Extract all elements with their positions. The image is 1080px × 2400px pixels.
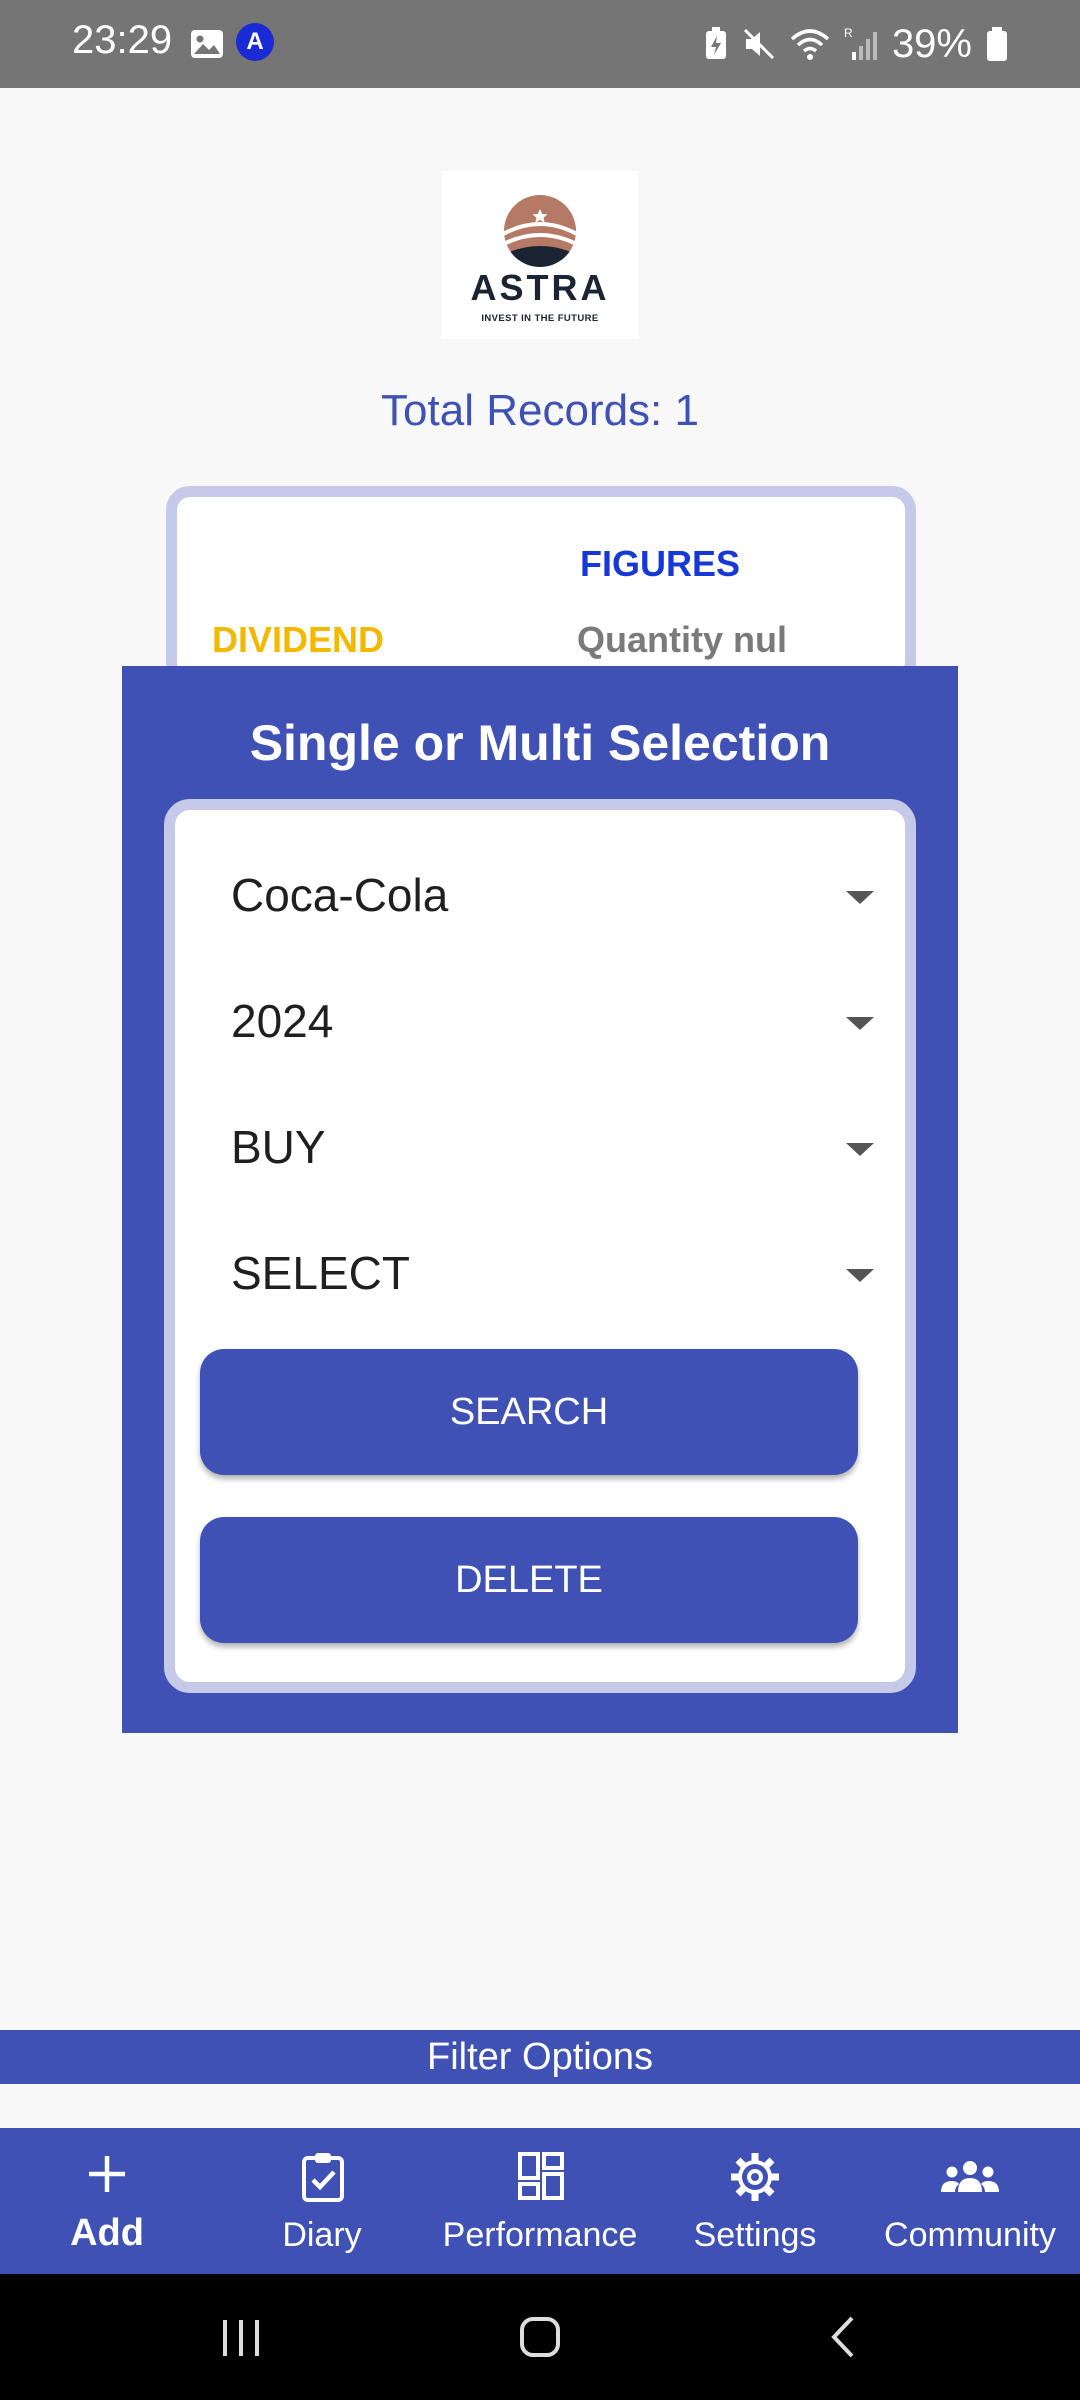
svg-text:R: R bbox=[844, 26, 853, 40]
chevron-down-icon bbox=[846, 891, 874, 904]
wifi-icon bbox=[790, 29, 830, 60]
plus-icon bbox=[89, 2156, 125, 2192]
nav-settings-label: Settings bbox=[693, 2216, 817, 2254]
app-notification-icon: A bbox=[236, 23, 274, 61]
figures-header: FIGURES bbox=[580, 543, 741, 584]
quantity-text: Quantity nul bbox=[577, 619, 787, 660]
delete-button[interactable]: DELETE bbox=[200, 1517, 858, 1643]
chevron-down-icon bbox=[846, 1017, 874, 1030]
nav-add[interactable]: Add bbox=[0, 2128, 214, 2274]
gear-icon bbox=[731, 2153, 779, 2201]
system-navigation-bar bbox=[0, 2274, 1080, 2400]
nav-diary-label: Diary bbox=[282, 2216, 362, 2254]
dialog-title: Single or Multi Selection bbox=[249, 715, 831, 771]
battery-saver-icon bbox=[705, 27, 726, 59]
recent-apps-icon[interactable] bbox=[220, 2316, 262, 2360]
nav-community[interactable]: Community bbox=[860, 2128, 1080, 2274]
nav-settings[interactable]: Settings bbox=[650, 2128, 860, 2274]
filter-options-bar[interactable]: Filter Options bbox=[0, 2030, 1080, 2084]
bottom-navigation: Add Diary Performance Settings Community bbox=[0, 2128, 1080, 2274]
company-dropdown-value: Coca-Cola bbox=[231, 869, 449, 921]
nav-performance[interactable]: Performance bbox=[430, 2128, 650, 2274]
astra-emblem-icon bbox=[504, 195, 576, 267]
nav-diary[interactable]: Diary bbox=[214, 2128, 430, 2274]
signal-icon: R bbox=[844, 26, 877, 60]
battery-percentage: 39% bbox=[891, 21, 972, 66]
nav-community-label: Community bbox=[884, 2216, 1056, 2254]
dialog-form: Coca-Cola 2024 BUY SELECT SEARCH DELETE bbox=[164, 799, 916, 1693]
clipboard-check-icon bbox=[302, 2153, 344, 2202]
transaction-type-dropdown[interactable]: BUY bbox=[231, 1106, 874, 1186]
year-dropdown[interactable]: 2024 bbox=[231, 980, 874, 1060]
selection-dialog: Single or Multi Selection Coca-Cola 2024… bbox=[122, 666, 958, 1733]
nav-performance-label: Performance bbox=[442, 2216, 638, 2254]
record-card[interactable]: FIGURES DIVIDEND Quantity nul bbox=[166, 486, 916, 686]
status-bar: 23:29 A R 39% bbox=[0, 0, 1080, 88]
nav-add-label: Add bbox=[70, 2212, 144, 2254]
battery-icon bbox=[987, 27, 1007, 61]
year-dropdown-value: 2024 bbox=[231, 995, 334, 1047]
search-button[interactable]: SEARCH bbox=[200, 1349, 858, 1475]
logo-brand: ASTRA bbox=[470, 267, 610, 308]
company-dropdown[interactable]: Coca-Cola bbox=[231, 854, 874, 934]
mute-icon bbox=[743, 28, 774, 60]
record-type-label: DIVIDEND bbox=[212, 619, 385, 660]
total-records: Total Records: 1 bbox=[381, 386, 699, 435]
astra-logo: ASTRA INVEST IN THE FUTURE bbox=[442, 171, 638, 339]
transaction-type-dropdown-value: BUY bbox=[231, 1121, 326, 1173]
gallery-icon bbox=[191, 30, 223, 58]
status-time: 23:29 bbox=[72, 18, 173, 62]
chevron-down-icon bbox=[846, 1269, 874, 1282]
dashboard-icon bbox=[518, 2152, 564, 2200]
chevron-down-icon bbox=[846, 1143, 874, 1156]
people-icon bbox=[941, 2161, 999, 2192]
back-icon[interactable] bbox=[826, 2314, 860, 2360]
option-dropdown[interactable]: SELECT bbox=[231, 1232, 874, 1312]
option-dropdown-value: SELECT bbox=[231, 1247, 410, 1299]
logo-tagline: INVEST IN THE FUTURE bbox=[481, 313, 599, 324]
home-icon[interactable] bbox=[519, 2314, 561, 2360]
